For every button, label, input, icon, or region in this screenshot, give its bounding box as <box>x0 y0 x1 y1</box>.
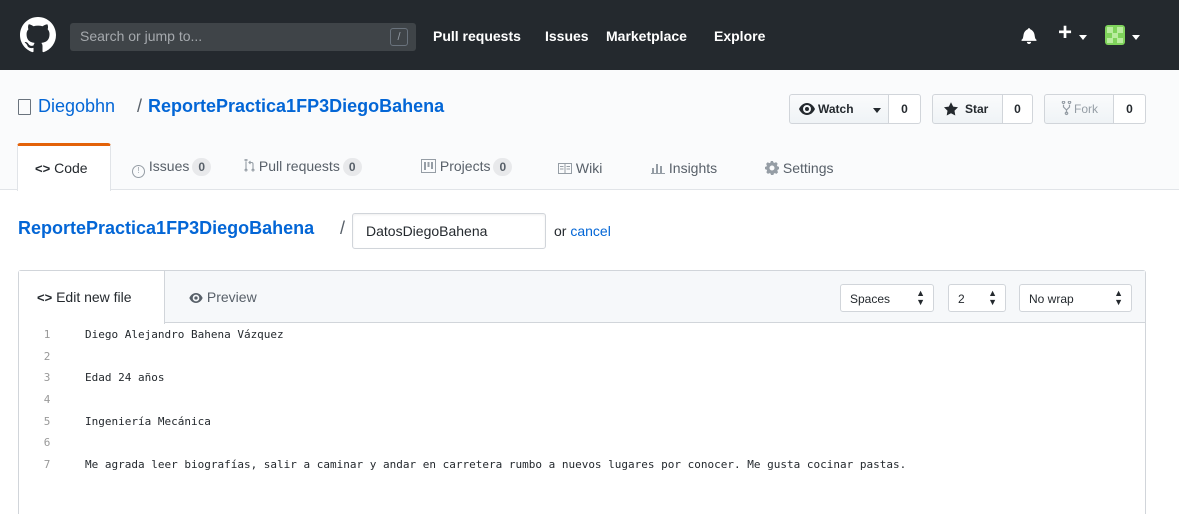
breadcrumb-slash: / <box>340 218 346 238</box>
tab-edit-new-file-label: <> Edit new file <box>37 289 132 305</box>
file-editor: <> Edit new file Preview Spaces ▲ ▼ 2 ▲ ▼ … <box>18 270 1146 514</box>
repo-separator: / <box>137 96 143 116</box>
line-text[interactable]: Edad 24 años <box>85 371 164 384</box>
tab-edit-new-file[interactable]: <> Edit new file <box>19 271 165 324</box>
tab-settings-label: Settings <box>782 160 834 176</box>
repo-icon <box>18 99 31 115</box>
tab-issues-label: Issues <box>148 158 190 174</box>
github-logo-icon[interactable] <box>20 17 56 53</box>
star-icon <box>944 102 958 116</box>
code-icon: <> <box>35 161 51 176</box>
select-arrows-icon: ▲ ▼ <box>916 288 925 307</box>
plus-caret-icon <box>1079 35 1087 40</box>
search-placeholder: Search or jump to... <box>80 28 203 44</box>
star-count[interactable]: 0 <box>1003 94 1033 124</box>
filename-input[interactable] <box>352 213 546 249</box>
eye-icon <box>799 103 815 115</box>
plus-icon[interactable]: + <box>1058 21 1072 45</box>
line-number: 4 <box>43 393 51 407</box>
or-text: or <box>554 223 567 239</box>
code-line[interactable]: 6 <box>19 432 1145 454</box>
line-number: 3 <box>43 371 51 385</box>
cancel-link[interactable]: cancel <box>570 223 610 239</box>
line-number: 6 <box>43 436 51 450</box>
code-icon: <> <box>37 290 53 305</box>
tab-projects-label: Projects <box>439 158 491 174</box>
tab-issues[interactable]: ! Issues 0 <box>132 158 212 178</box>
repo-owner-link[interactable]: Diegobhn <box>38 96 115 117</box>
global-header: Search or jump to... / Pull requests Iss… <box>0 0 1179 70</box>
line-number: 2 <box>43 349 51 363</box>
nav-pull-requests[interactable]: Pull requests <box>433 28 521 44</box>
graph-icon <box>651 164 665 174</box>
code-line[interactable]: 7 Me agrada leer biografías, salir a cami… <box>19 454 1145 476</box>
nav-issues[interactable]: Issues <box>545 28 589 44</box>
wrap-mode-value: No wrap <box>1029 292 1074 306</box>
search-input[interactable]: Search or jump to... / <box>70 23 416 51</box>
tab-wiki[interactable]: Wiki <box>558 160 602 176</box>
line-text[interactable]: Ingeniería Mecánica <box>85 415 211 428</box>
indent-size-value: 2 <box>958 292 965 306</box>
wrap-mode-select[interactable]: No wrap ▲ ▼ <box>1019 284 1132 312</box>
gear-icon <box>765 161 779 176</box>
tab-settings[interactable]: Settings <box>765 160 833 176</box>
code-area[interactable]: 1 Diego Alejandro Bahena Vázquez 2 3 Edad … <box>19 324 1145 476</box>
eye-icon <box>189 293 203 303</box>
code-line[interactable]: 3 Edad 24 años <box>19 367 1145 389</box>
avatar-caret-icon <box>1132 35 1140 40</box>
line-text[interactable]: Diego Alejandro Bahena Vázquez <box>85 328 284 341</box>
editor-toolbar: <> Edit new file Preview Spaces ▲ ▼ 2 ▲ ▼ … <box>19 271 1145 324</box>
star-label: Star <box>965 102 989 116</box>
tab-preview[interactable]: Preview <box>189 289 257 305</box>
watch-caret-icon <box>873 108 881 113</box>
fork-icon <box>1061 101 1072 116</box>
tab-code[interactable]: <> Code <box>35 160 88 176</box>
tab-insights[interactable]: Insights <box>651 160 717 176</box>
edit-label-text: Edit new file <box>56 289 132 305</box>
indent-mode-value: Spaces <box>850 292 891 306</box>
git-pull-request-icon <box>244 158 255 172</box>
tab-wiki-label: Wiki <box>575 160 603 176</box>
code-line[interactable]: 5 Ingeniería Mecánica <box>19 411 1145 433</box>
tab-issues-counter: 0 <box>192 158 212 176</box>
code-line[interactable]: 2 <box>19 346 1145 368</box>
fork-count[interactable]: 0 <box>1114 94 1146 124</box>
line-number: 7 <box>43 458 51 472</box>
tab-pull-requests-label: Pull requests <box>258 158 340 174</box>
code-line[interactable]: 4 <box>19 389 1145 411</box>
star-button[interactable]: Star <box>932 94 1003 124</box>
search-shortcut-key: / <box>390 28 408 46</box>
avatar[interactable] <box>1105 25 1125 45</box>
line-text[interactable]: Me agrada leer biografías, salir a camin… <box>85 458 906 471</box>
line-number: 1 <box>43 328 51 341</box>
indent-size-select[interactable]: 2 ▲ ▼ <box>948 284 1006 312</box>
indent-mode-select[interactable]: Spaces ▲ ▼ <box>840 284 934 312</box>
or-cancel: or cancel <box>554 223 611 239</box>
code-line[interactable]: 1 Diego Alejandro Bahena Vázquez <box>19 324 1145 346</box>
issue-opened-icon: ! <box>132 165 145 178</box>
select-arrows-icon: ▲ ▼ <box>988 288 997 307</box>
repo-name-link[interactable]: ReportePractica1FP3DiegoBahena <box>148 96 444 117</box>
bell-icon[interactable] <box>1021 27 1037 44</box>
preview-label-text: Preview <box>206 289 257 305</box>
tab-pull-requests-counter: 0 <box>342 158 362 176</box>
book-icon <box>558 163 572 174</box>
watch-label: Watch <box>818 102 854 116</box>
line-number: 5 <box>43 414 51 428</box>
tab-pull-requests[interactable]: Pull requests 0 <box>244 158 362 176</box>
tab-projects-counter: 0 <box>493 158 513 176</box>
nav-marketplace[interactable]: Marketplace <box>606 28 687 44</box>
fork-button[interactable]: Fork <box>1044 94 1114 124</box>
select-arrows-icon: ▲ ▼ <box>1114 288 1123 307</box>
tab-code-label: Code <box>54 160 88 176</box>
breadcrumb-repo-link[interactable]: ReportePractica1FP3DiegoBahena <box>18 218 314 239</box>
fork-label: Fork <box>1074 102 1098 116</box>
project-icon <box>421 159 436 173</box>
nav-explore[interactable]: Explore <box>714 28 765 44</box>
tab-insights-label: Insights <box>668 160 718 176</box>
tab-projects[interactable]: Projects 0 <box>421 158 513 176</box>
watch-count[interactable]: 0 <box>889 94 921 124</box>
watch-button[interactable]: Watch <box>789 94 889 124</box>
